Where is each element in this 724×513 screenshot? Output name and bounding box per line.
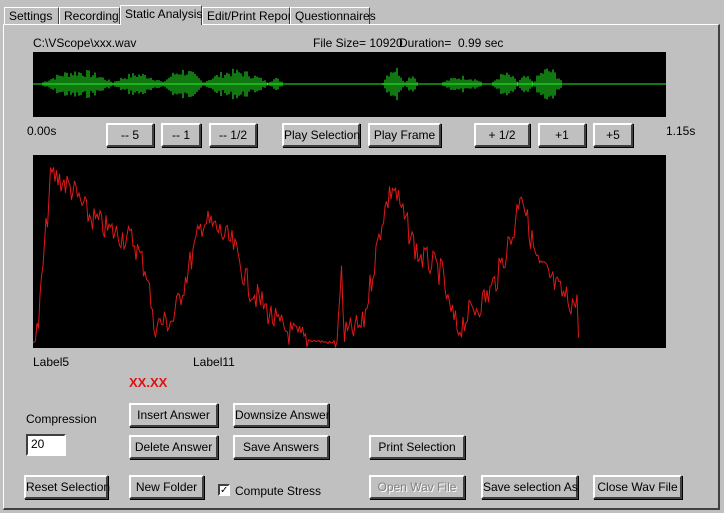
new-folder-button[interactable]: New Folder xyxy=(129,475,204,499)
duration-value: 0.99 sec xyxy=(458,36,504,50)
print-selection-button[interactable]: Print Selection xyxy=(369,435,465,459)
analysis-plot xyxy=(33,167,579,348)
step-forward-5-button[interactable]: +5 xyxy=(593,123,633,147)
compression-input[interactable]: 20 xyxy=(26,434,66,456)
compute-stress-checkbox[interactable]: ✓ xyxy=(218,484,230,496)
analysis-display[interactable] xyxy=(33,155,666,348)
waveform-display[interactable] xyxy=(33,52,666,117)
downsize-answer-button[interactable]: Downsize Answer xyxy=(233,403,330,427)
timeline-end: 1.15s xyxy=(666,124,696,138)
step-forward-half-button[interactable]: + 1/2 xyxy=(474,123,530,147)
step-back-half-button[interactable]: -- 1/2 xyxy=(209,123,257,147)
file-size: File Size= 10920 xyxy=(313,36,403,50)
insert-answer-button[interactable]: Insert Answer xyxy=(129,403,218,427)
delete-answer-button[interactable]: Delete Answer xyxy=(129,435,218,459)
tab-recording[interactable]: Recording xyxy=(59,7,120,24)
compute-stress-label: Compute Stress xyxy=(235,484,322,498)
reset-selection-button[interactable]: Reset Selection xyxy=(24,475,110,499)
compression-label: Compression xyxy=(26,412,97,426)
save-selection-as-button[interactable]: Save selection As xyxy=(481,475,578,499)
save-answers-button[interactable]: Save Answers xyxy=(233,435,329,459)
play-selection-button[interactable]: Play Selection xyxy=(282,123,360,147)
step-forward-1-button[interactable]: +1 xyxy=(538,123,586,147)
tab-questionnaires[interactable]: Questionnaires xyxy=(290,7,376,24)
stress-score: XX.XX xyxy=(129,375,168,390)
segment-label-b: Label11 xyxy=(193,355,235,369)
step-back-5-button[interactable]: -- 5 xyxy=(106,123,154,147)
step-back-1-button[interactable]: -- 1 xyxy=(161,123,201,147)
tab-static-analysis[interactable]: Static Analysis xyxy=(120,5,202,25)
tab-edit-print-report[interactable]: Edit/Print Report xyxy=(202,7,295,24)
segment-label-a: Label5 xyxy=(33,355,70,369)
duration-label: Duration= xyxy=(399,36,452,50)
file-path: C:\VScope\xxx.wav xyxy=(33,36,137,50)
analysis-signal xyxy=(33,167,579,348)
tab-settings[interactable]: Settings xyxy=(4,7,59,24)
close-wav-file-button[interactable]: Close Wav File xyxy=(593,475,682,499)
waveform-plot xyxy=(33,67,666,101)
open-wav-file-button[interactable]: Open Wav File xyxy=(369,475,465,499)
play-frame-button[interactable]: Play Frame xyxy=(368,123,441,147)
timeline-start: 0.00s xyxy=(27,124,57,138)
